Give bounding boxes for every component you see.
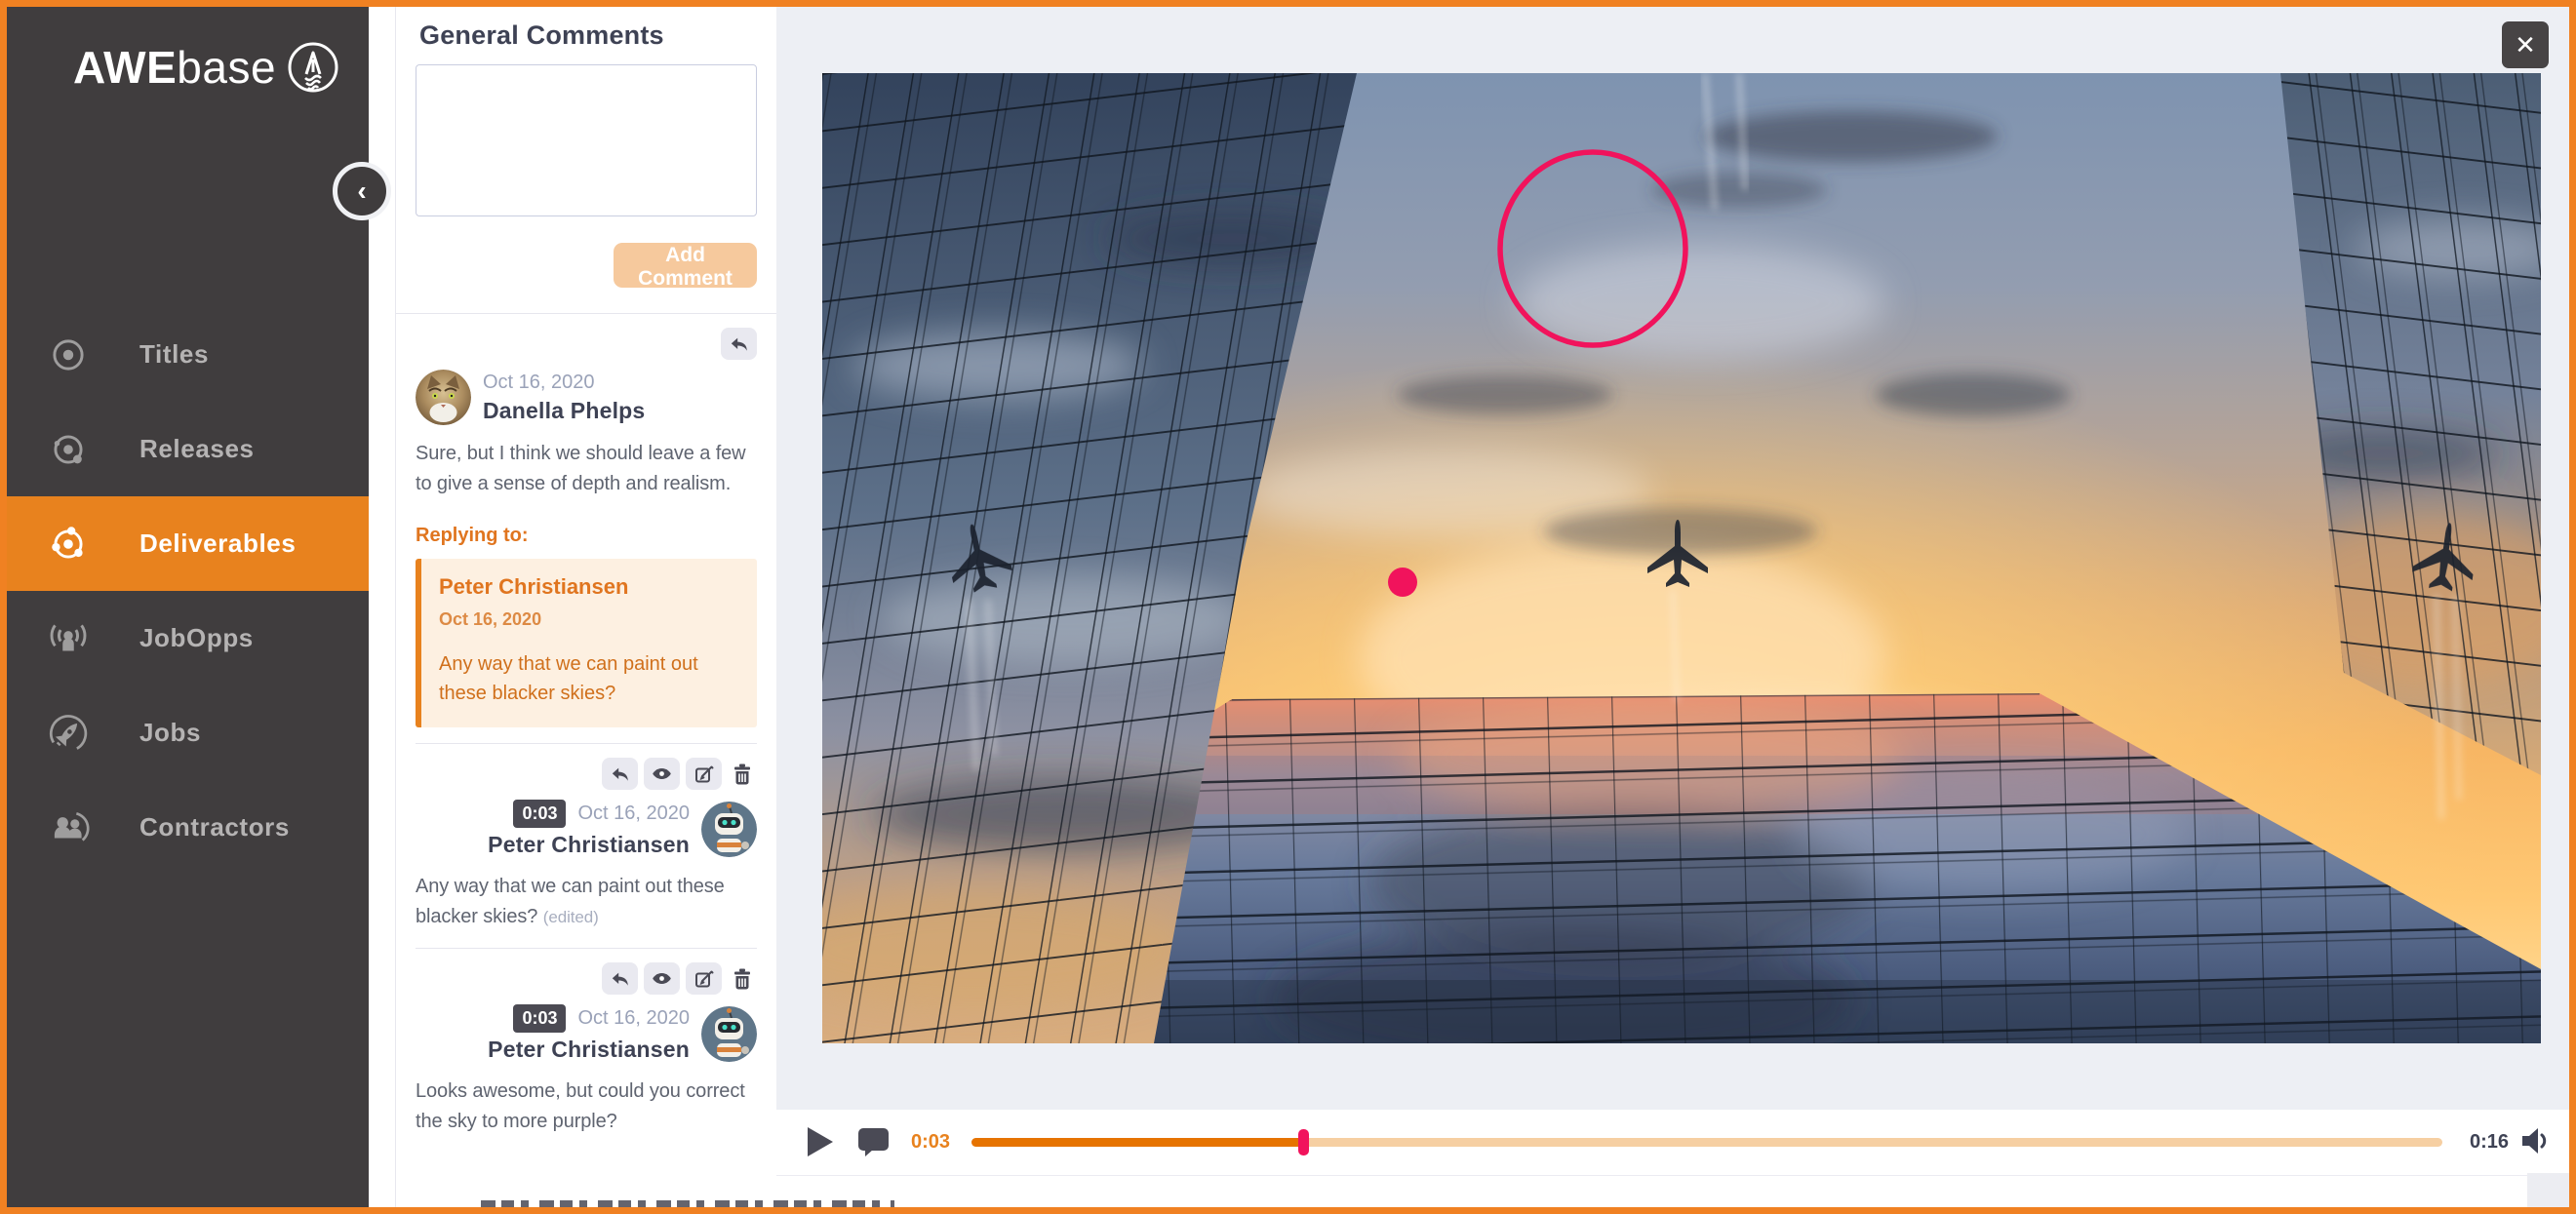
quoted-comment: Peter Christiansen Oct 16, 2020 Any way … <box>416 559 757 727</box>
rocket-icon <box>46 711 91 756</box>
people-icon <box>46 805 91 850</box>
avatar-peter[interactable] <box>701 802 757 857</box>
visibility-button[interactable] <box>644 758 680 790</box>
robot-avatar-image <box>701 802 757 857</box>
sidebar-item-contractors[interactable]: Contractors <box>7 780 369 875</box>
title-disc-icon <box>46 333 91 377</box>
sidebar-item-label: Deliverables <box>139 529 296 559</box>
add-comment-button[interactable]: Add Comment <box>614 243 757 288</box>
trash-icon <box>733 764 752 785</box>
trash-icon <box>733 968 752 990</box>
quoted-date: Oct 16, 2020 <box>439 609 739 630</box>
edited-label: (edited) <box>543 908 599 926</box>
replying-to-label: Replying to: <box>416 525 757 547</box>
sidebar: AWEbase Titles Releases <box>7 7 369 1207</box>
sidebar-item-label: JobOpps <box>139 623 254 653</box>
brand-text-light: base <box>177 41 276 94</box>
delete-button[interactable] <box>728 962 757 995</box>
comment-text: Any way that we can paint out these blac… <box>416 872 757 932</box>
video-timestamp-badge[interactable]: 0:03 <box>513 800 566 828</box>
orbit-nodes-icon <box>46 522 91 567</box>
chevron-left-icon: ‹ <box>357 176 366 207</box>
sidebar-item-label: Jobs <box>139 718 201 748</box>
sidebar-item-jobopps[interactable]: JobOpps <box>7 591 369 685</box>
orbit-icon <box>46 427 91 472</box>
brand-logo[interactable]: AWEbase <box>73 40 340 95</box>
sidebar-item-releases[interactable]: Releases <box>7 402 369 496</box>
avatar-danella[interactable] <box>416 370 471 425</box>
reply-button[interactable] <box>602 962 638 995</box>
player-bar: 0:03 0:16 <box>776 1110 2569 1176</box>
avatar-peter[interactable] <box>701 1006 757 1062</box>
reply-button[interactable] <box>602 758 638 790</box>
reply-icon <box>730 335 749 353</box>
comment-date: Oct 16, 2020 <box>483 372 645 394</box>
playhead-marker[interactable] <box>1298 1129 1309 1155</box>
play-icon <box>807 1126 834 1157</box>
edit-button[interactable] <box>686 962 722 995</box>
comment-danella: Oct 16, 2020 Danella Phelps Sure, but I … <box>416 314 757 743</box>
awebase-app: { "app": { "brand": { "bold": "AWE", "li… <box>0 0 2576 1214</box>
comments-panel: General Comments Add Comment <box>395 7 776 1207</box>
close-viewer-button[interactable]: ✕ <box>2502 21 2549 68</box>
scroll-corner <box>2527 1173 2569 1207</box>
comment-input[interactable] <box>416 64 757 216</box>
comment-date: Oct 16, 2020 <box>577 1007 690 1030</box>
comment-text: Sure, but I think we should leave a few … <box>416 439 757 499</box>
speech-bubble-icon <box>858 1128 890 1157</box>
broadcast-person-icon <box>46 616 91 661</box>
comment-marker-button[interactable] <box>858 1128 890 1157</box>
brand-text-bold: AWE <box>73 41 177 94</box>
comment-author: Danella Phelps <box>483 398 645 424</box>
seek-bar[interactable] <box>971 1138 2442 1147</box>
sidebar-nav: Titles Releases Deliverables <box>7 307 369 875</box>
edit-icon <box>694 764 714 784</box>
pencil-circle-logo-icon <box>286 40 340 95</box>
delete-button[interactable] <box>728 758 757 790</box>
sidebar-item-label: Releases <box>139 434 255 464</box>
reply-icon <box>611 970 630 988</box>
close-icon: ✕ <box>2515 30 2536 60</box>
comment-author: Peter Christiansen <box>488 1037 690 1063</box>
comment-text: Looks awesome, but could you correct the… <box>416 1077 757 1137</box>
eye-icon <box>652 970 672 987</box>
volume-button[interactable] <box>2520 1127 2550 1156</box>
sidebar-item-deliverables[interactable]: Deliverables <box>7 496 369 591</box>
current-time: 0:03 <box>911 1131 950 1154</box>
video-frame[interactable] <box>822 73 2541 1043</box>
robot-avatar-image <box>701 1006 757 1062</box>
eye-icon <box>652 765 672 782</box>
reply-button[interactable] <box>721 328 757 360</box>
edit-button[interactable] <box>686 758 722 790</box>
sidebar-item-titles[interactable]: Titles <box>7 307 369 402</box>
comments-panel-title: General Comments <box>419 20 757 51</box>
seek-bar-elapsed <box>971 1138 1304 1147</box>
comment-composer: Add Comment <box>416 51 757 288</box>
reply-icon <box>611 765 630 783</box>
comment-peter-1: 0:03 Oct 16, 2020 Peter Christiansen <box>416 743 757 948</box>
visibility-button[interactable] <box>644 962 680 995</box>
quoted-text: Any way that we can paint out these blac… <box>439 649 739 708</box>
sidebar-item-label: Titles <box>139 339 209 370</box>
comment-author: Peter Christiansen <box>488 832 690 858</box>
annotation-dot[interactable] <box>1388 568 1417 597</box>
sidebar-item-label: Contractors <box>139 812 290 842</box>
edit-icon <box>694 969 714 989</box>
speaker-icon <box>2520 1127 2550 1155</box>
play-button[interactable] <box>806 1126 835 1157</box>
quoted-author: Peter Christiansen <box>439 574 739 600</box>
duration-time: 0:16 <box>2470 1131 2509 1154</box>
sidebar-item-jobs[interactable]: Jobs <box>7 685 369 780</box>
comment-date: Oct 16, 2020 <box>577 803 690 825</box>
clipped-footer-text <box>481 1200 894 1207</box>
video-timestamp-badge[interactable]: 0:03 <box>513 1004 566 1033</box>
cat-avatar-image <box>416 370 471 425</box>
comment-peter-2: 0:03 Oct 16, 2020 Peter Christiansen <box>416 948 757 1153</box>
sidebar-collapse-button[interactable]: ‹ <box>333 162 391 220</box>
